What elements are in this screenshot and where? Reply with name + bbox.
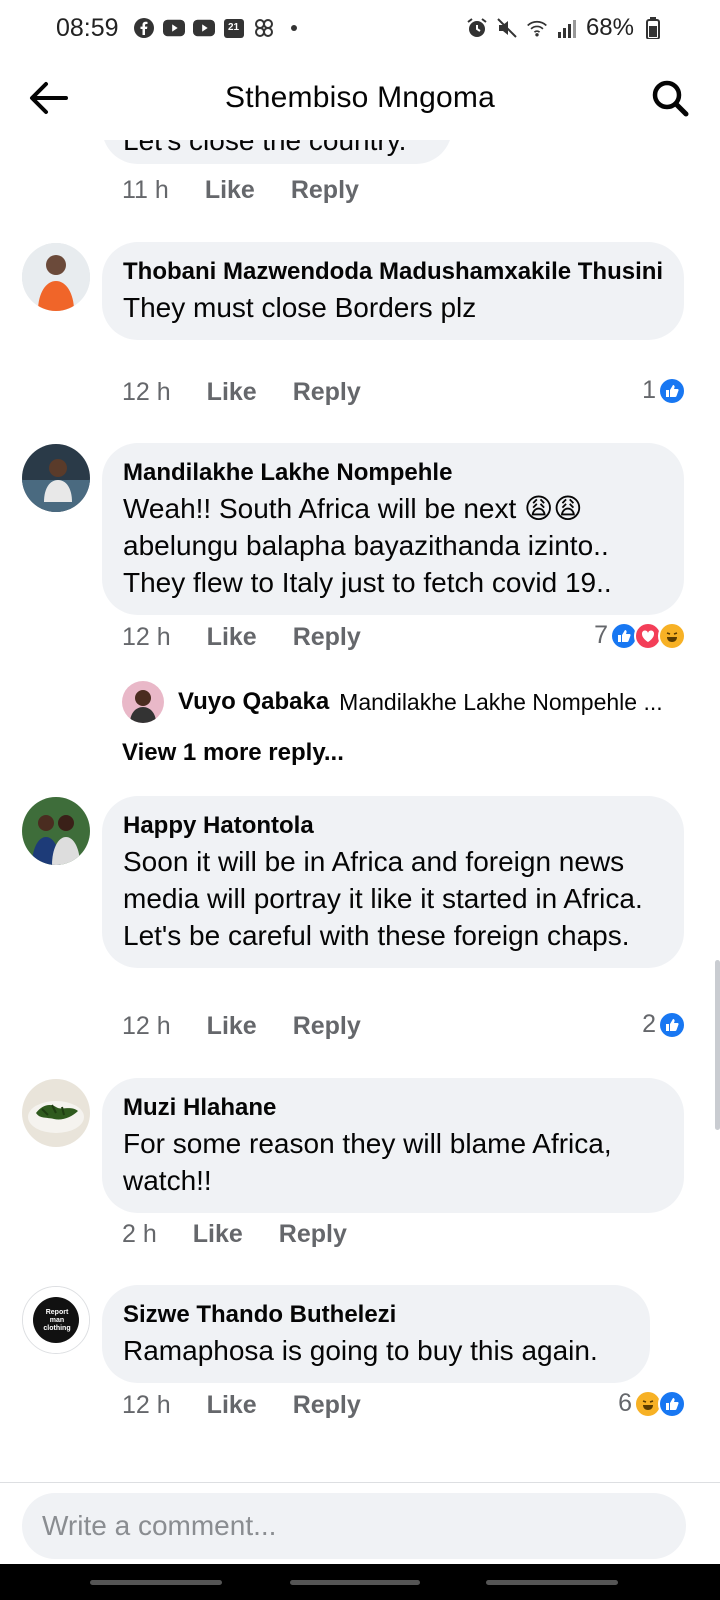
like-reaction-icon: [658, 1010, 686, 1039]
comment-meta: 12 h Like Reply: [122, 623, 361, 652]
comment-bubble: Happy Hatontola Soon it will be in Afric…: [102, 796, 684, 968]
reply-author[interactable]: Vuyo Qabaka: [178, 688, 329, 716]
like-link[interactable]: Like: [207, 623, 257, 652]
comment-author[interactable]: Mandilakhe Lakhe Nompehle: [123, 457, 664, 488]
like-link[interactable]: Like: [207, 1012, 257, 1041]
reaction-count: 2: [642, 1010, 656, 1038]
status-right: 68%: [466, 14, 664, 42]
comment-bubble: Sizwe Thando Buthelezi Ramaphosa is goin…: [102, 1285, 650, 1383]
reply-text: Mandilakhe Lakhe Nompehle ...: [339, 688, 663, 715]
comments-feed[interactable]: Let's close the country. 11 h Like Reply…: [0, 140, 720, 1480]
avatar[interactable]: [22, 1079, 90, 1147]
dot-icon: [283, 17, 305, 39]
reply-link[interactable]: Reply: [293, 1012, 361, 1041]
signal-icon: [556, 17, 578, 39]
reply-preview[interactable]: Vuyo Qabaka Mandilakhe Lakhe Nompehle ..…: [122, 681, 682, 723]
comment-meta: 12 h Like Reply: [122, 378, 361, 407]
system-nav-bar: [0, 1564, 720, 1600]
reply-link[interactable]: Reply: [293, 1391, 361, 1420]
comment-bubble: Muzi Hlahane For some reason they will b…: [102, 1078, 684, 1213]
like-reaction-icon: [658, 1389, 686, 1418]
reply-link[interactable]: Reply: [293, 623, 361, 652]
comment-time: 12 h: [122, 1391, 171, 1419]
mute-icon: [496, 17, 518, 39]
avatar[interactable]: [22, 797, 90, 865]
youtube-icon: [162, 17, 185, 39]
comment-composer-bar: [0, 1482, 720, 1564]
status-bar: 08:59 21 68%: [0, 0, 720, 56]
reaction-count: 1: [642, 376, 656, 404]
app-header: Sthembiso Mngoma: [0, 56, 720, 140]
like-link[interactable]: Like: [207, 1391, 257, 1420]
nav-recents[interactable]: [90, 1580, 222, 1585]
avatar[interactable]: [22, 444, 90, 512]
avatar[interactable]: [22, 243, 90, 311]
reply-link[interactable]: Reply: [293, 378, 361, 407]
avatar-logo-text: Report man clothing: [43, 1309, 71, 1332]
haha-reaction-icon: [658, 621, 686, 650]
search-button[interactable]: [646, 74, 694, 122]
status-left: 08:59 21: [56, 14, 305, 43]
view-more-replies-link[interactable]: View 1 more reply...: [122, 739, 344, 767]
like-link[interactable]: Like: [193, 1220, 243, 1249]
reply-link[interactable]: Reply: [279, 1220, 347, 1249]
reaction-summary[interactable]: 7: [594, 621, 686, 650]
facebook-icon: [133, 17, 155, 39]
calendar-icon: 21: [223, 17, 245, 39]
comment-meta: 12 h Like Reply: [122, 1391, 361, 1420]
comment-author[interactable]: Thobani Mazwendoda Madushamxakile Thusin…: [123, 256, 664, 287]
comment-bubble: Thobani Mazwendoda Madushamxakile Thusin…: [102, 242, 684, 340]
comment-time: 12 h: [122, 378, 171, 406]
back-button[interactable]: [24, 74, 72, 122]
reply-avatar[interactable]: [122, 681, 164, 723]
comment-author[interactable]: Sizwe Thando Buthelezi: [123, 1299, 630, 1330]
comment-meta: 12 h Like Reply: [122, 1012, 361, 1041]
pinwheel-icon: [253, 17, 275, 39]
reply-link[interactable]: Reply: [291, 176, 359, 205]
comment-input[interactable]: [22, 1493, 686, 1559]
wifi-icon: [526, 17, 548, 39]
calendar-day: 21: [228, 22, 240, 33]
comment-time: 12 h: [122, 1012, 171, 1040]
battery-icon: [642, 17, 664, 39]
back-arrow-icon: [30, 82, 68, 114]
comment-bubble: Let's close the country.: [102, 140, 452, 164]
scrollbar[interactable]: [715, 960, 720, 1130]
comment-bubble: Mandilakhe Lakhe Nompehle Weah!! South A…: [102, 443, 684, 615]
comment-text: For some reason they will blame Africa, …: [123, 1128, 612, 1196]
comment-author[interactable]: Happy Hatontola: [123, 810, 664, 841]
status-time: 08:59: [56, 13, 119, 42]
alarm-icon: [466, 17, 488, 39]
comment-text: They must close Borders plz: [123, 292, 477, 323]
like-link[interactable]: Like: [205, 176, 255, 205]
like-reaction-icon: [658, 376, 686, 405]
comment-text: Weah!! South Africa will be next 😩😩 abel…: [123, 493, 612, 598]
comment-meta: 2 h Like Reply: [122, 1220, 347, 1249]
comment-time: 11 h: [122, 176, 169, 204]
avatar[interactable]: Report man clothing: [22, 1286, 90, 1354]
comment-text: Soon it will be in Africa and foreign ne…: [123, 846, 643, 951]
reaction-summary[interactable]: 1: [642, 376, 686, 405]
reaction-count: 7: [594, 621, 608, 649]
reaction-summary[interactable]: 2: [642, 1010, 686, 1039]
comment-time: 12 h: [122, 623, 171, 651]
nav-home[interactable]: [290, 1580, 420, 1585]
search-icon: [652, 80, 689, 117]
youtube-icon-2: [192, 17, 215, 39]
like-link[interactable]: Like: [207, 378, 257, 407]
reaction-summary[interactable]: 6: [618, 1389, 686, 1418]
comment-meta: 11 h Like Reply: [122, 176, 359, 205]
comment-time: 2 h: [122, 1220, 157, 1248]
reaction-count: 6: [618, 1389, 632, 1417]
comment-text: Let's close the country.: [123, 140, 407, 156]
battery-percent: 68%: [585, 14, 634, 41]
page-title: Sthembiso Mngoma: [225, 81, 495, 114]
comment-text: Ramaphosa is going to buy this again.: [123, 1335, 598, 1366]
nav-back[interactable]: [486, 1580, 618, 1585]
comment-author[interactable]: Muzi Hlahane: [123, 1092, 664, 1123]
